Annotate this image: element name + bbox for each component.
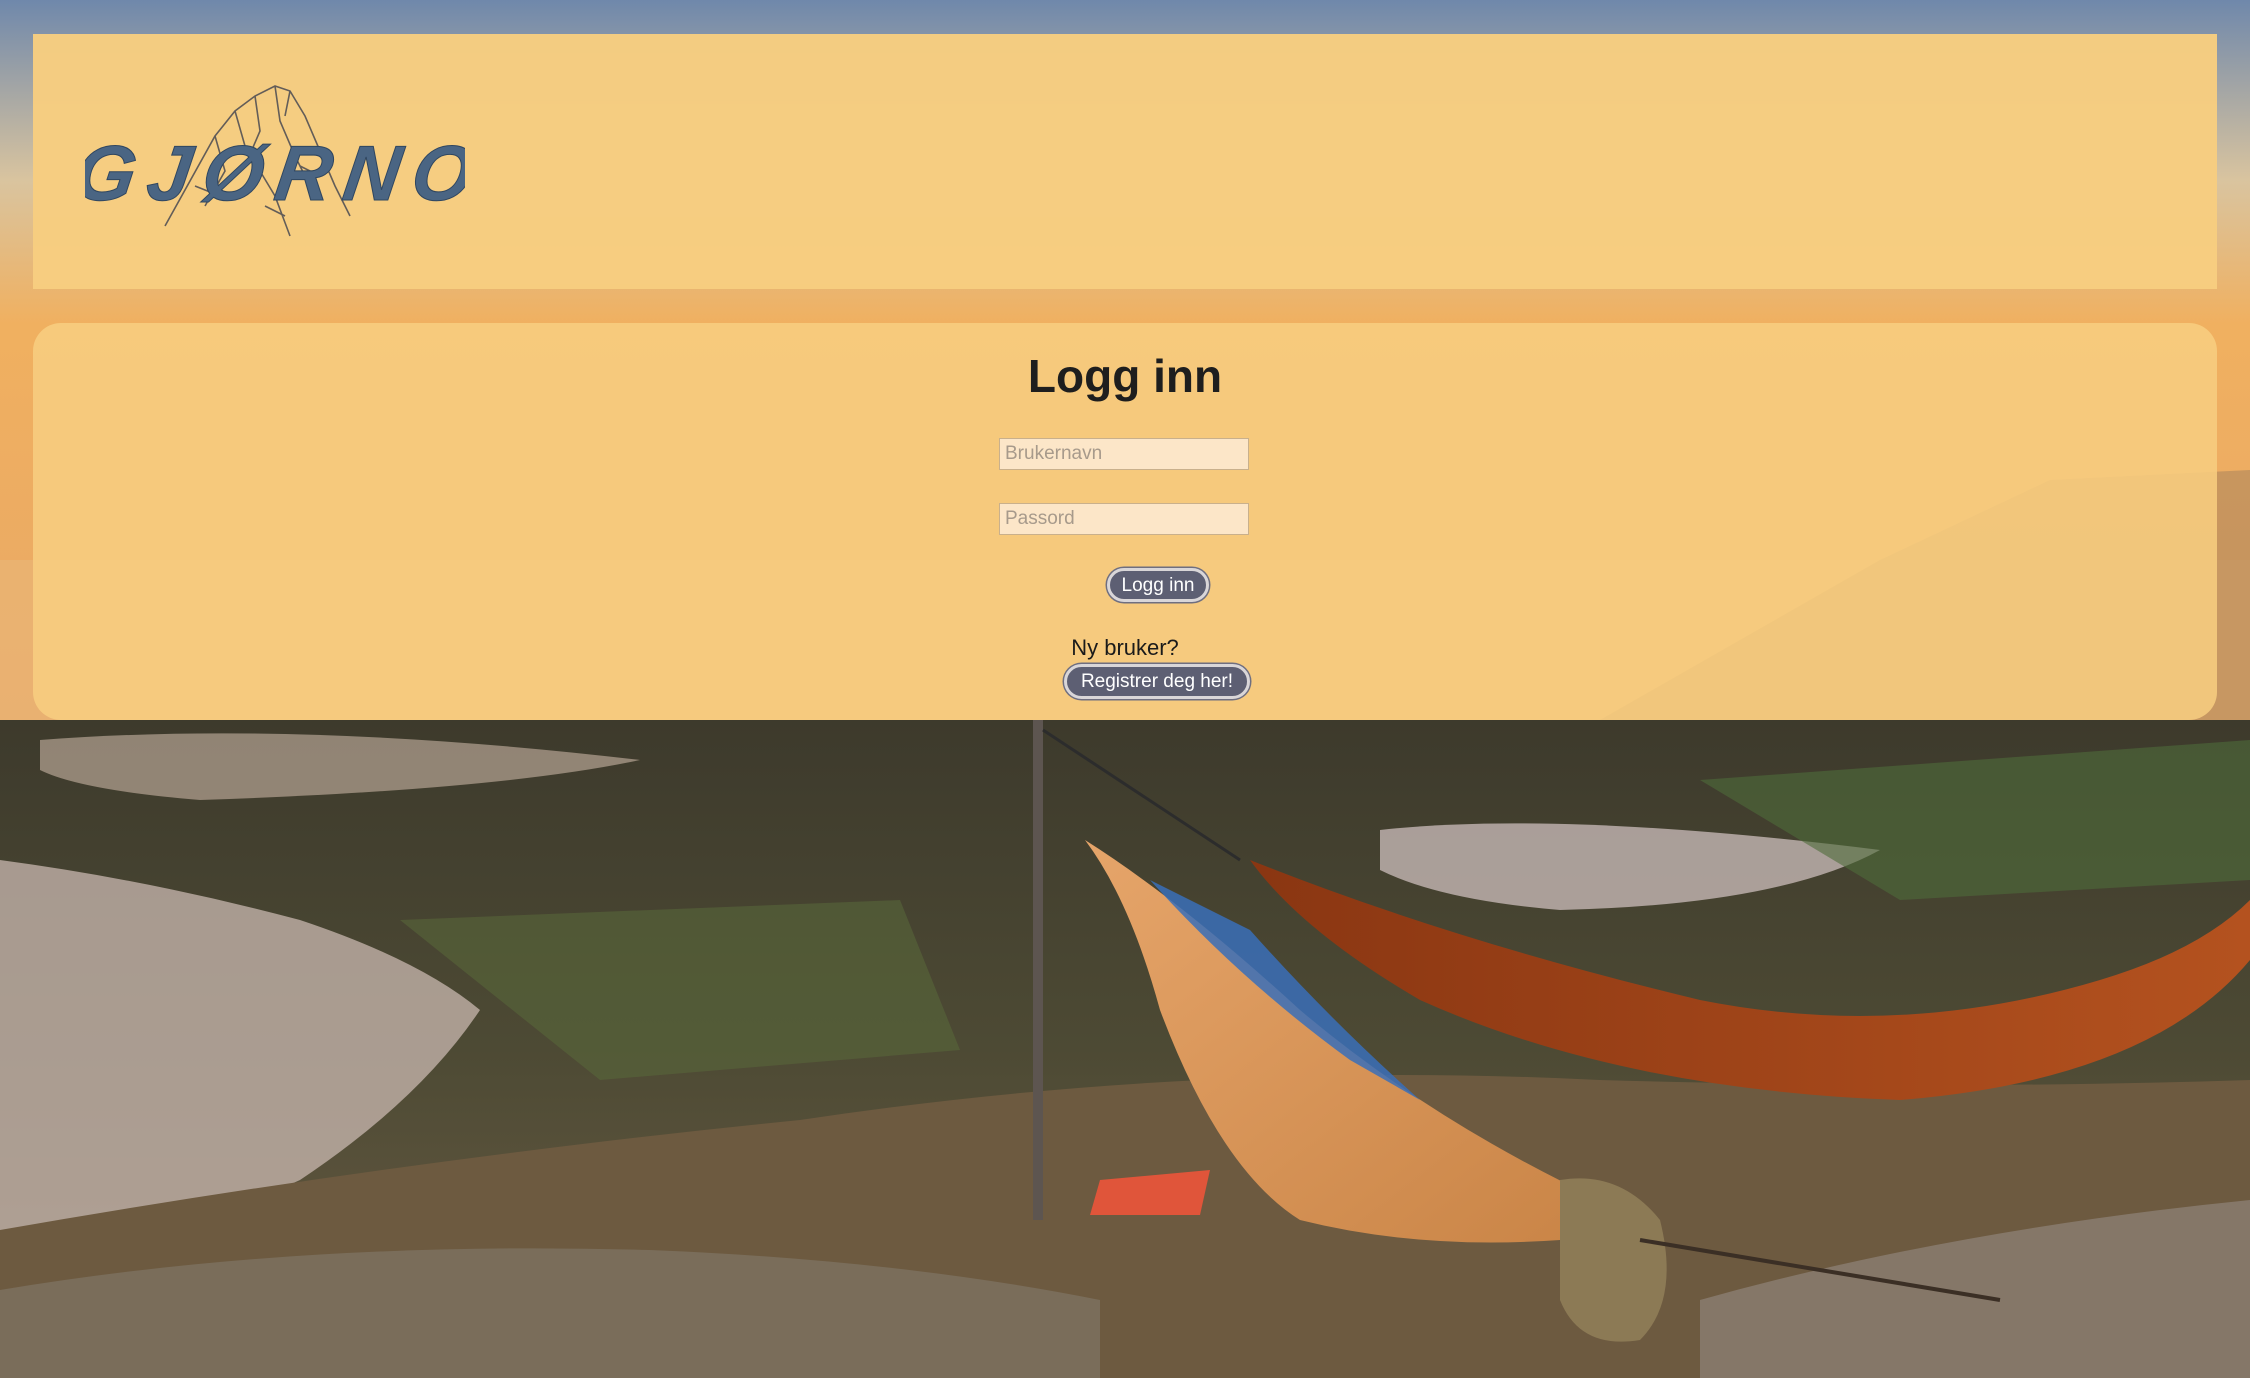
- password-input[interactable]: [999, 503, 1249, 535]
- register-button[interactable]: Registrer deg her!: [1064, 664, 1250, 699]
- new-user-text: Ny bruker?: [1071, 635, 1179, 660]
- site-logo[interactable]: GJØRNO': [85, 76, 465, 251]
- login-button[interactable]: Logg inn: [1107, 568, 1209, 602]
- logo-wordmark: GJØRNO': [85, 129, 465, 217]
- login-panel: Logg inn Logg inn Ny bruker? Registrer d…: [33, 323, 2217, 720]
- site-header: GJØRNO': [33, 34, 2217, 289]
- login-title: Logg inn: [1027, 350, 1223, 402]
- username-input[interactable]: [999, 438, 1249, 470]
